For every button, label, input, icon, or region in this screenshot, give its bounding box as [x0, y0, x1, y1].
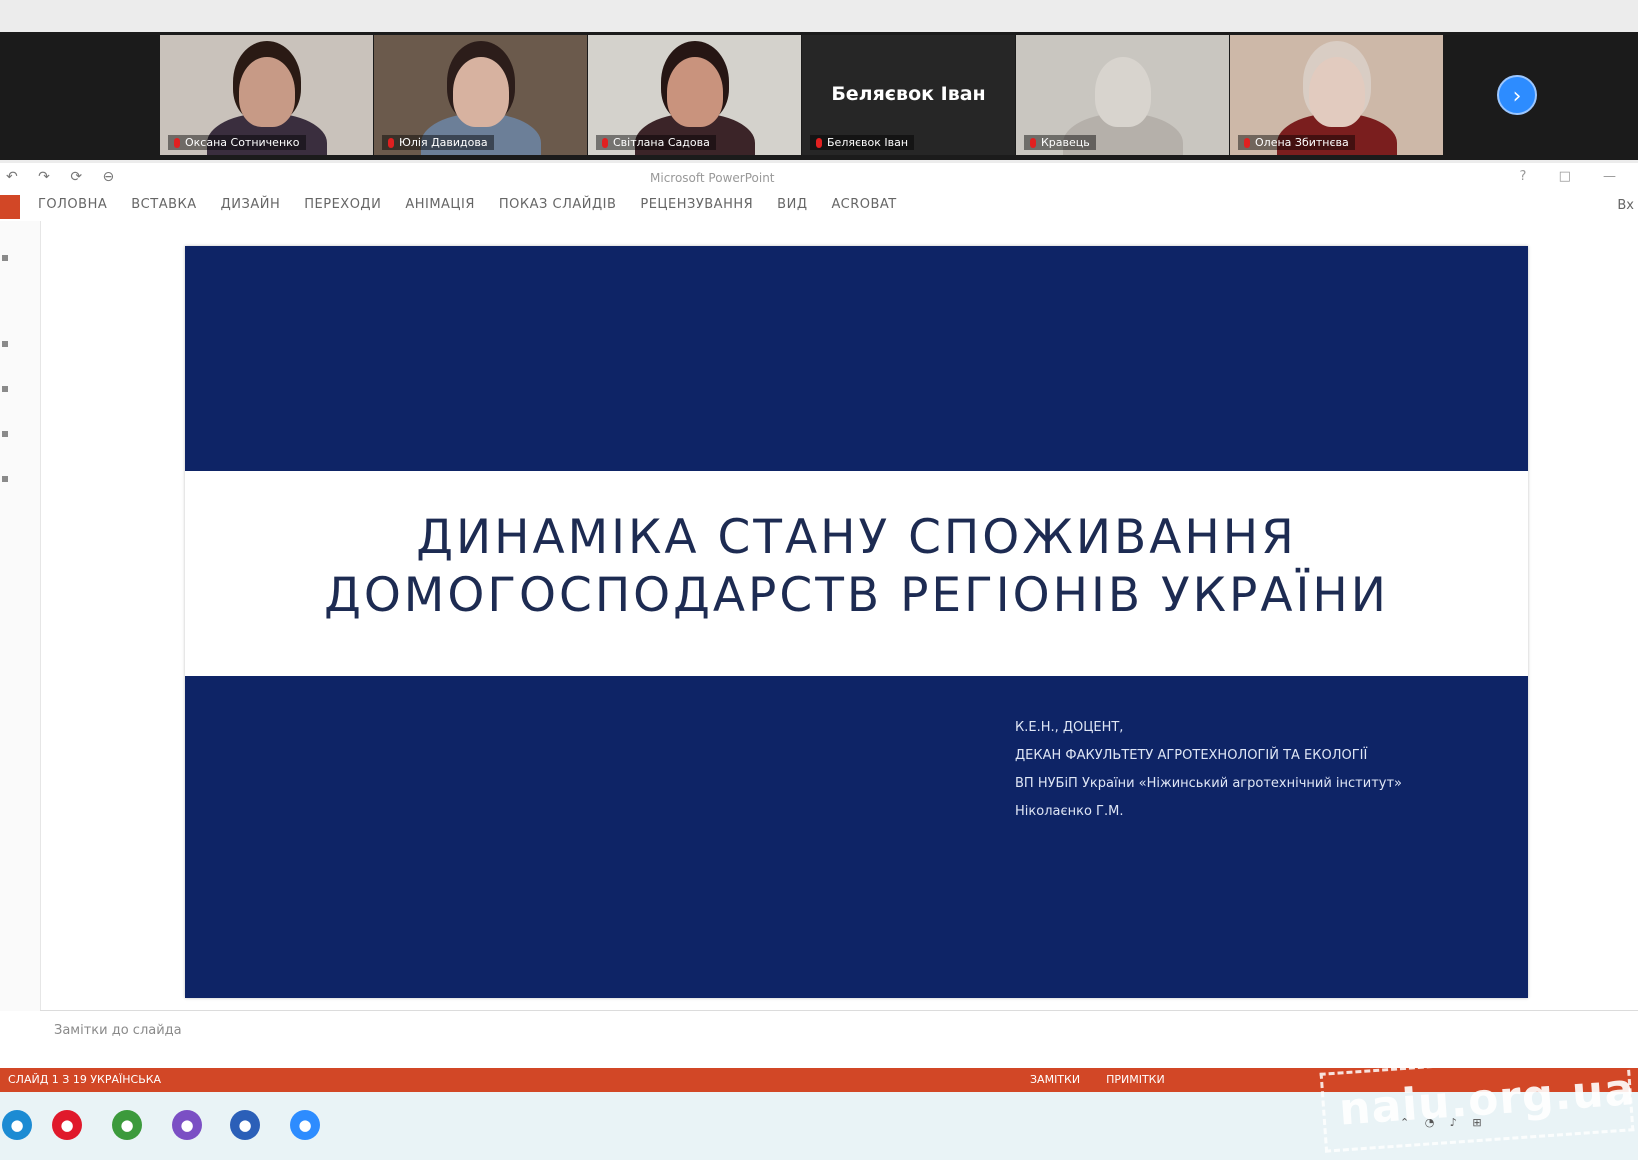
ribbon: ГОЛОВНА ВСТАВКА ДИЗАЙН ПЕРЕХОДИ АНІМАЦІЯ ПОКА… — [0, 193, 1638, 221]
slide-title[interactable]: ДИНАМІКА СТАНУ СПОЖИВАННЯ ДОМОГОСПОДАРСТ… — [185, 509, 1528, 625]
powerpoint-window: ↶ ↷ ⟳ ⊖ Microsoft PowerPoint ? □ — ГОЛОВ… — [0, 163, 1638, 1070]
participant-name: Світлана Садова — [596, 135, 716, 150]
chevron-right-icon: › — [1512, 84, 1522, 109]
user-label[interactable]: Вх — [1617, 198, 1634, 213]
ribbon-tab[interactable]: ВСТАВКА — [131, 197, 196, 212]
participant-face — [1308, 57, 1365, 127]
ribbon-tab[interactable]: ВИД — [777, 197, 807, 212]
notes-toggle[interactable]: ЗАМІТКИ — [1030, 1073, 1080, 1086]
muted-mic-icon — [1030, 138, 1036, 148]
muted-mic-icon — [1244, 138, 1250, 148]
author-info[interactable]: К.Е.Н., ДОЦЕНТ, ДЕКАН ФАКУЛЬТЕТУ АГРОТЕХН… — [1015, 721, 1435, 833]
participant-name-text: Світлана Садова — [613, 136, 710, 149]
chrome-icon[interactable]: ● — [112, 1110, 142, 1140]
notes-pane[interactable]: Замітки до слайда — [40, 1010, 1638, 1051]
thumbnail-marker — [2, 476, 8, 482]
zoom-icon[interactable]: ● — [290, 1110, 320, 1140]
muted-mic-icon — [602, 138, 608, 148]
author-line: ДЕКАН ФАКУЛЬТЕТУ АГРОТЕХНОЛОГІЙ ТА ЕКОЛО… — [1015, 748, 1368, 763]
participant-tile[interactable]: Олена Збитнєва — [1230, 35, 1443, 155]
next-page-button[interactable]: › — [1497, 75, 1537, 115]
window-title: Microsoft PowerPoint — [650, 171, 775, 185]
ribbon-tab[interactable]: ACROBAT — [831, 197, 896, 212]
participant-name-text: Юлія Давидова — [399, 136, 488, 149]
author-line: ВП НУБіП України «Ніжинський агротехнічн… — [1015, 776, 1402, 791]
ribbon-tab[interactable]: АНІМАЦІЯ — [405, 197, 475, 212]
undo-redo-icons[interactable]: ↶ ↷ ⟳ ⊖ — [6, 169, 122, 185]
participant-tile[interactable]: Кравець — [1016, 35, 1229, 155]
word-icon[interactable]: ● — [230, 1110, 260, 1140]
ribbon-tab[interactable]: ГОЛОВНА — [38, 197, 107, 212]
ribbon-tab[interactable]: ДИЗАЙН — [221, 197, 281, 212]
muted-mic-icon — [816, 138, 822, 148]
participant-tile[interactable]: Оксана Сотниченко — [160, 35, 373, 155]
participant-face — [666, 57, 723, 127]
ribbon-tab[interactable]: ПОКАЗ СЛАЙДІВ — [499, 197, 616, 212]
participant-name: Оксана Сотниченко — [168, 135, 306, 150]
window-controls[interactable]: ? □ — — [1520, 169, 1630, 184]
participant-face — [1094, 57, 1151, 127]
title-line-1: ДИНАМІКА СТАНУ СПОЖИВАННЯ — [416, 510, 1297, 565]
thumbnail-marker — [2, 431, 8, 437]
edge-icon[interactable]: ● — [2, 1110, 32, 1140]
participant-name: Олена Збитнєва — [1238, 135, 1355, 150]
muted-mic-icon — [388, 138, 394, 148]
participant-name: Юлія Давидова — [382, 135, 494, 150]
ribbon-tab[interactable]: ПЕРЕХОДИ — [304, 197, 381, 212]
participant-tile[interactable]: Беляєвок Іван Беляєвок Іван — [802, 35, 1015, 155]
participant-face — [452, 57, 509, 127]
video-gallery: Оксана Сотниченко Юлія Давидова Світлана С… — [0, 0, 1638, 163]
thumbnail-marker — [2, 341, 8, 347]
participant-tile[interactable]: Юлія Давидова — [374, 35, 587, 155]
slide-canvas[interactable]: ДИНАМІКА СТАНУ СПОЖИВАННЯ ДОМОГОСПОДАРСТ… — [185, 246, 1528, 998]
comments-toggle[interactable]: ПРИМІТКИ — [1106, 1073, 1165, 1086]
participant-tile[interactable]: Світлана Садова — [588, 35, 801, 155]
quick-access-toolbar: ↶ ↷ ⟳ ⊖ Microsoft PowerPoint ? □ — — [0, 163, 1638, 193]
participant-name-text: Оксана Сотниченко — [185, 136, 300, 149]
participant-name: Кравець — [1024, 135, 1096, 150]
author-line: Ніколаєнко Г.М. — [1015, 804, 1124, 819]
participant-center-name: Беляєвок Іван — [831, 83, 986, 105]
thumbnail-marker — [2, 386, 8, 392]
opera-icon[interactable]: ● — [52, 1110, 82, 1140]
participant-name: Беляєвок Іван — [810, 135, 915, 150]
watermark-text: naiu.org.ua — [1337, 1064, 1637, 1136]
file-tab[interactable] — [0, 195, 20, 219]
ribbon-tabs: ГОЛОВНА ВСТАВКА ДИЗАЙН ПЕРЕХОДИ АНІМАЦІЯ ПОКА… — [38, 197, 897, 212]
participant-name-text: Олена Збитнєва — [1255, 136, 1349, 149]
participant-face — [238, 57, 295, 127]
participant-name-text: Беляєвок Іван — [827, 136, 909, 149]
slide-band-top — [185, 246, 1528, 471]
title-line-2: ДОМОГОСПОДАРСТВ РЕГІОНІВ УКРАЇНИ — [324, 568, 1389, 623]
ribbon-tab[interactable]: РЕЦЕНЗУВАННЯ — [640, 197, 753, 212]
viber-icon[interactable]: ● — [172, 1110, 202, 1140]
participant-name-text: Кравець — [1041, 136, 1090, 149]
slide-thumbnails-pane[interactable] — [0, 221, 41, 1011]
notes-placeholder: Замітки до слайда — [54, 1023, 182, 1038]
thumbnail-marker — [2, 255, 8, 261]
muted-mic-icon — [174, 138, 180, 148]
author-line: К.Е.Н., ДОЦЕНТ, — [1015, 720, 1124, 735]
status-slide-info: СЛАЙД 1 З 19 УКРАЇНСЬКА — [8, 1073, 162, 1086]
